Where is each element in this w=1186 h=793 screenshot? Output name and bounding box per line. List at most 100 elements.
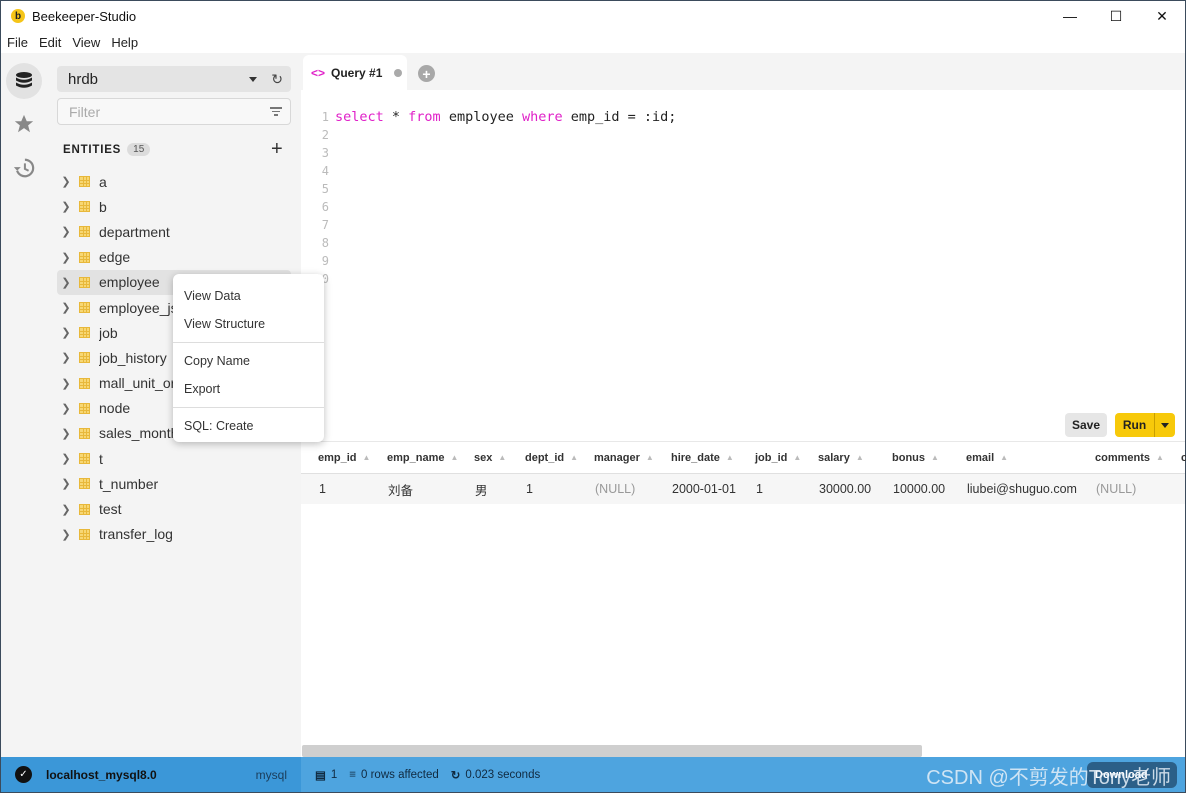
sort-icon[interactable]: ▲ [646, 453, 654, 462]
entities-count-badge: 15 [127, 143, 151, 156]
entity-name: node [99, 400, 131, 417]
column-header-c[interactable]: c [1181, 452, 1186, 464]
add-entity-button[interactable]: + [271, 139, 283, 159]
table-cell[interactable]: 刘备 [388, 480, 413, 499]
connection-status[interactable]: ✓ localhost_mysql8.0 mysql [1, 757, 301, 792]
horizontal-scrollbar[interactable] [302, 745, 922, 757]
table-icon [79, 402, 90, 414]
chevron-right-icon[interactable]: ❯ [57, 175, 75, 188]
table-cell[interactable]: 1 [756, 482, 763, 496]
editor-line: 9 [301, 252, 329, 270]
context-menu-item-sql-create[interactable]: SQL: Create [173, 412, 324, 440]
filter-input[interactable] [69, 103, 270, 120]
column-header-emp_name[interactable]: emp_name ▲ [387, 452, 458, 464]
editor-line: 1 select * from employee where emp_id = :… [301, 108, 677, 126]
table-row[interactable]: 1 刘备 男 1 (NULL) 2000-01-01 1 30000.00 10000.00 li… [301, 474, 1185, 504]
minimize-button[interactable]: — [1047, 1, 1093, 31]
chevron-right-icon[interactable]: ❯ [57, 225, 75, 238]
column-header-email[interactable]: email ▲ [966, 452, 1008, 464]
rail-favorites-button[interactable] [6, 106, 42, 142]
sort-icon[interactable]: ▲ [570, 453, 578, 462]
column-header-emp_id[interactable]: emp_id ▲ [318, 452, 370, 464]
menu-file[interactable]: File [7, 35, 28, 50]
context-menu-item-export[interactable]: Export [173, 375, 324, 403]
tab-query-1[interactable]: <> Query #1 [303, 55, 407, 90]
filter-icon[interactable] [270, 107, 282, 116]
sort-icon[interactable]: ▲ [931, 453, 939, 462]
column-header-dept_id[interactable]: dept_id ▲ [525, 452, 578, 464]
editor-line: 2 [301, 126, 329, 144]
sort-icon[interactable]: ▲ [498, 453, 506, 462]
chevron-right-icon[interactable]: ❯ [57, 276, 75, 289]
table-cell[interactable]: (NULL) [1096, 482, 1136, 496]
maximize-button[interactable]: ☐ [1093, 1, 1139, 31]
context-menu-item-view-data[interactable]: View Data [173, 282, 324, 310]
table-cell[interactable]: (NULL) [595, 482, 635, 496]
chevron-right-icon[interactable]: ❯ [57, 200, 75, 213]
column-header-sex[interactable]: sex ▲ [474, 452, 506, 464]
column-header-salary[interactable]: salary ▲ [818, 452, 864, 464]
entity-item[interactable]: ❯ test [57, 496, 291, 521]
save-button[interactable]: Save [1065, 413, 1107, 437]
context-menu-item-view-structure[interactable]: View Structure [173, 310, 324, 338]
chevron-right-icon[interactable]: ❯ [57, 477, 75, 490]
context-menu-item-copy-name[interactable]: Copy Name [173, 347, 324, 375]
rail-connections-button[interactable] [6, 63, 42, 99]
chevron-right-icon[interactable]: ❯ [57, 427, 75, 440]
menu-help[interactable]: Help [111, 35, 138, 50]
sort-icon[interactable]: ▲ [1156, 453, 1164, 462]
sort-icon[interactable]: ▲ [793, 453, 801, 462]
column-name: dept_id [525, 451, 565, 464]
database-select[interactable]: hrdb ↻ [57, 66, 291, 92]
close-button[interactable]: ✕ [1139, 1, 1185, 31]
table-cell[interactable]: 10000.00 [893, 482, 945, 496]
entity-item[interactable]: ❯ a [57, 169, 291, 194]
sort-icon[interactable]: ▲ [1000, 453, 1008, 462]
entity-item[interactable]: ❯ edge [57, 245, 291, 270]
table-cell[interactable]: 1 [526, 482, 533, 496]
table-cell[interactable]: 30000.00 [819, 482, 871, 496]
entity-item[interactable]: ❯ b [57, 194, 291, 219]
entity-item[interactable]: ❯ transfer_log [57, 522, 291, 547]
query-editor[interactable]: 1 select * from employee where emp_id = :… [301, 90, 1185, 400]
refresh-icon[interactable]: ↻ [271, 71, 283, 88]
menu-view[interactable]: View [72, 35, 100, 50]
chevron-right-icon[interactable]: ❯ [57, 351, 75, 364]
duration: 0.023 seconds [465, 768, 541, 781]
table-icon [79, 352, 90, 364]
table-cell[interactable]: 2000-01-01 [672, 482, 736, 496]
unsaved-dot-icon[interactable] [394, 68, 403, 77]
menu-edit[interactable]: Edit [39, 35, 61, 50]
sort-icon[interactable]: ▲ [363, 453, 371, 462]
sort-icon[interactable]: ▲ [856, 453, 864, 462]
sort-icon[interactable]: ▲ [726, 453, 734, 462]
column-header-comments[interactable]: comments ▲ [1095, 452, 1164, 464]
column-header-job_id[interactable]: job_id ▲ [755, 452, 801, 464]
chevron-right-icon[interactable]: ❯ [57, 402, 75, 415]
chevron-right-icon[interactable]: ❯ [57, 452, 75, 465]
run-button[interactable]: Run [1115, 413, 1155, 437]
line-number: 6 [321, 200, 329, 214]
rows-affected: 0 rows affected [361, 768, 439, 781]
sort-icon[interactable]: ▲ [450, 453, 458, 462]
column-header-bonus[interactable]: bonus ▲ [892, 452, 939, 464]
chevron-right-icon[interactable]: ❯ [57, 251, 75, 264]
column-header-hire_date[interactable]: hire_date ▲ [671, 452, 734, 464]
entity-item[interactable]: ❯ t [57, 446, 291, 471]
table-cell[interactable]: liubei@shuguo.com [967, 482, 1077, 496]
table-cell[interactable]: 男 [475, 480, 488, 499]
add-tab-button[interactable]: + [418, 65, 435, 82]
column-header-manager[interactable]: manager ▲ [594, 452, 654, 464]
chevron-right-icon[interactable]: ❯ [57, 503, 75, 516]
table-cell[interactable]: 1 [319, 482, 326, 496]
chevron-right-icon[interactable]: ❯ [57, 377, 75, 390]
table-icon [79, 377, 90, 389]
chevron-right-icon[interactable]: ❯ [57, 301, 75, 314]
line-number: 3 [321, 146, 329, 160]
entity-item[interactable]: ❯ t_number [57, 471, 291, 496]
chevron-right-icon[interactable]: ❯ [57, 528, 75, 541]
rail-history-button[interactable] [6, 150, 42, 186]
entity-item[interactable]: ❯ department [57, 219, 291, 244]
run-options-button[interactable] [1155, 413, 1175, 437]
chevron-right-icon[interactable]: ❯ [57, 326, 75, 339]
